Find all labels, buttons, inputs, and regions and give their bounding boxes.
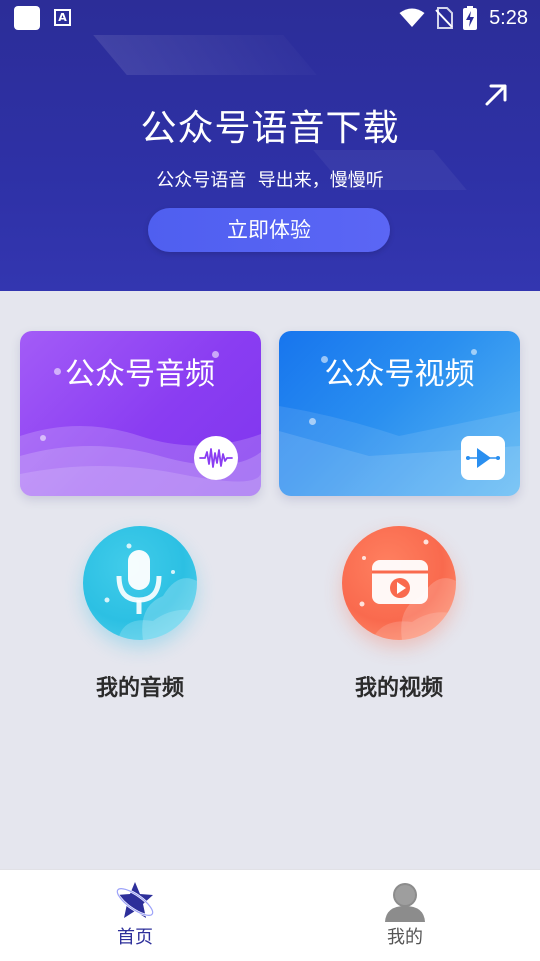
wifi-icon (399, 8, 425, 27)
my-video-label: 我的视频 (354, 676, 443, 701)
card-title: 公众号音频 (65, 357, 215, 392)
banner-subtitle: 公众号语音 导出来，慢慢听 (156, 170, 384, 191)
official-account-audio-card[interactable]: 公众号音频 (20, 331, 261, 496)
video-folder-icon (359, 539, 456, 640)
user-avatar-icon (385, 883, 425, 922)
text-a-icon: A (54, 9, 71, 26)
my-audio-circle[interactable] (83, 526, 197, 640)
audio-waveform-icon (194, 436, 238, 480)
banner-decoration (93, 35, 317, 75)
my-video-shortcut[interactable]: 我的视频 (299, 526, 499, 716)
try-now-button[interactable]: 立即体验 (148, 208, 390, 252)
battery-charging-icon (463, 6, 478, 30)
no-sim-icon (435, 7, 454, 29)
my-video-circle[interactable] (342, 526, 456, 640)
banner-title: 公众号语音下载 (140, 108, 400, 149)
bottom-navigation: 首页 我的 (0, 869, 540, 961)
card-title: 公众号视频 (324, 357, 475, 392)
status-time: 5:28 (489, 7, 528, 29)
nav-mine-label: 我的 (387, 927, 423, 948)
arrow-up-right-icon[interactable] (481, 80, 511, 110)
my-audio-label: 我的音频 (95, 676, 184, 701)
nav-home-label: 首页 (117, 927, 153, 948)
video-play-icon (461, 436, 505, 480)
my-audio-shortcut[interactable]: 我的音频 (40, 526, 240, 716)
official-account-video-card[interactable]: 公众号视频 (279, 331, 520, 496)
status-bar: A 5:28 (0, 0, 540, 36)
app-square-icon (14, 6, 40, 30)
microphone-icon (104, 543, 197, 640)
nav-home-tab[interactable]: 首页 (0, 870, 270, 961)
hero-banner: 公众号语音下载 公众号语音 导出来，慢慢听 立即体验 (0, 0, 540, 291)
nav-mine-tab[interactable]: 我的 (270, 870, 540, 961)
star-planet-icon (116, 882, 154, 918)
